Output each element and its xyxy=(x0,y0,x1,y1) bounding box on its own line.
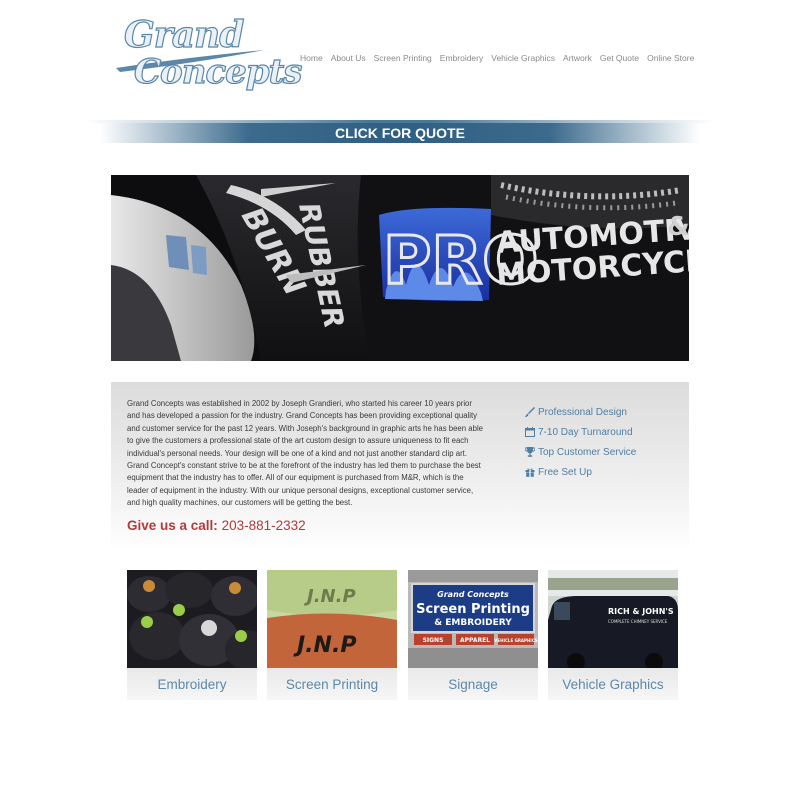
feature-turnaround: 7-10 Day Turnaround xyxy=(524,422,636,442)
click-for-quote-button[interactable]: CLICK FOR QUOTE xyxy=(100,123,700,143)
thumb-sign-line1: Grand Concepts xyxy=(437,590,509,599)
about-section: Grand Concepts was established in 2002 b… xyxy=(111,382,689,554)
feature-label: Top Customer Service xyxy=(538,446,637,458)
calendar-icon xyxy=(524,426,536,438)
thumb-van-sub: COMPLETE CHIMNEY SERVICE xyxy=(608,619,668,624)
screen-printing-thumbnail: J.N.P J.N.P xyxy=(267,570,397,668)
nav-screen-printing[interactable]: Screen Printing xyxy=(374,53,432,63)
thumb-sign-tag2: APPAREL xyxy=(460,637,490,644)
paintbrush-icon xyxy=(524,406,536,418)
service-label: Vehicle Graphics xyxy=(548,668,678,700)
embroidery-thumbnail xyxy=(127,570,257,668)
logo[interactable]: Grand Concepts xyxy=(112,12,303,104)
feature-free-setup: Free Set Up xyxy=(524,462,636,482)
call-us: Give us a call: 203-881-2332 xyxy=(127,518,306,533)
service-vehicle-graphics[interactable]: RICH & JOHN'S COMPLETE CHIMNEY SERVICE V… xyxy=(548,570,678,700)
thumb-sign-line2: Screen Printing xyxy=(416,602,530,617)
service-signage[interactable]: Grand Concepts Screen Printing & EMBROID… xyxy=(408,570,538,700)
logo-text-grand: Grand xyxy=(123,13,245,56)
feature-customer-service: Top Customer Service xyxy=(524,442,636,462)
thumb-van-text: RICH & JOHN'S xyxy=(608,607,674,616)
service-label: Signage xyxy=(408,668,538,700)
feature-label: Free Set Up xyxy=(538,466,592,478)
click-for-quote-label: CLICK FOR QUOTE xyxy=(335,125,465,141)
trophy-icon xyxy=(524,446,536,458)
thumb-sign-tag1: SIGNS xyxy=(423,637,444,644)
nav-artwork[interactable]: Artwork xyxy=(563,53,592,63)
service-label: Screen Printing xyxy=(267,668,397,700)
thumb-sign-tag3: VEHICLE GRAPHICS xyxy=(494,638,538,643)
about-paragraph: Grand Concepts was established in 2002 b… xyxy=(127,399,484,508)
main-nav: Home About Us Screen Printing Embroidery… xyxy=(300,53,702,63)
thumb-jnp-green: J.N.P xyxy=(304,586,356,607)
nav-vehicle-graphics[interactable]: Vehicle Graphics xyxy=(491,53,555,63)
logo-text-concepts: Concepts xyxy=(133,51,303,92)
nav-about-us[interactable]: About Us xyxy=(331,53,366,63)
feature-label: 7-10 Day Turnaround xyxy=(538,426,633,438)
gift-icon xyxy=(524,466,536,478)
thumb-jnp-black: J.N.P xyxy=(293,633,356,658)
hero-caps-illustration: PRO AUTOMOTIVE MOTORCYCLE & BURN RUBBER xyxy=(111,175,689,361)
signage-thumbnail: Grand Concepts Screen Printing & EMBROID… xyxy=(408,570,538,668)
service-screen-printing[interactable]: J.N.P J.N.P Screen Printing xyxy=(267,570,397,700)
call-label: Give us a call: xyxy=(127,518,218,533)
vehicle-graphics-thumbnail: RICH & JOHN'S COMPLETE CHIMNEY SERVICE xyxy=(548,570,678,668)
nav-home[interactable]: Home xyxy=(300,53,323,63)
service-label: Embroidery xyxy=(127,668,257,700)
service-embroidery[interactable]: Embroidery xyxy=(127,570,257,700)
feature-professional-design: Professional Design xyxy=(524,402,636,422)
thumb-sign-line3: & EMBROIDERY xyxy=(434,618,512,628)
feature-list: Professional Design 7-10 Day Turnaround … xyxy=(524,402,636,482)
feature-label: Professional Design xyxy=(538,406,627,418)
hero-text-ampersand: & xyxy=(667,212,689,242)
nav-online-store[interactable]: Online Store xyxy=(647,53,694,63)
phone-link[interactable]: 203-881-2332 xyxy=(222,518,306,533)
hero-image: PRO AUTOMOTIVE MOTORCYCLE & BURN RUBBER xyxy=(111,175,689,361)
nav-get-quote[interactable]: Get Quote xyxy=(600,53,639,63)
nav-embroidery[interactable]: Embroidery xyxy=(440,53,483,63)
